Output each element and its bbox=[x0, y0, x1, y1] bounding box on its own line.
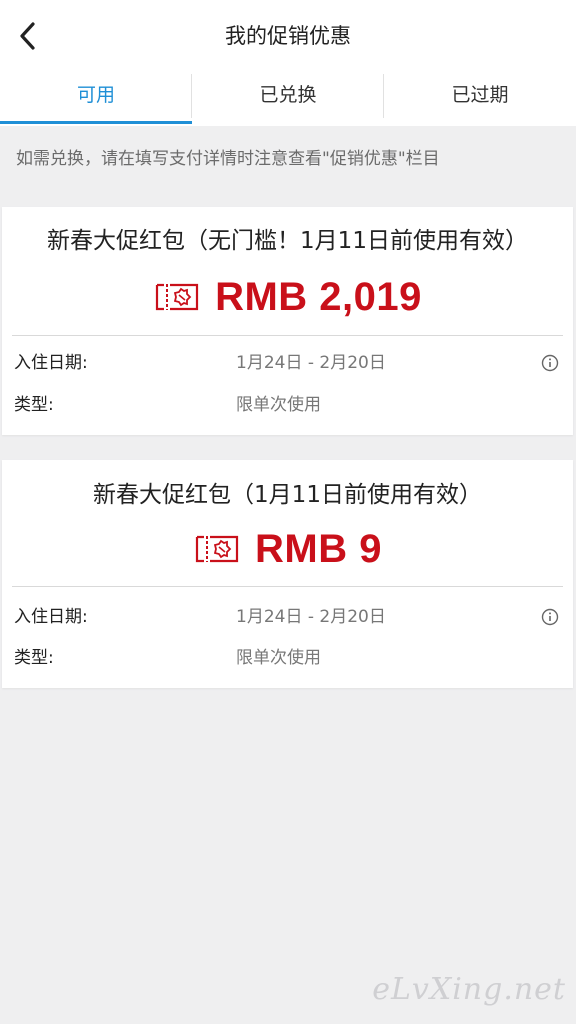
type-label: 类型: bbox=[14, 395, 54, 415]
stay-date-label: 入住日期: bbox=[14, 607, 88, 627]
tab-label: 可用 bbox=[76, 84, 115, 106]
divider bbox=[12, 335, 563, 336]
tab-bar: 可用 已兑换 已过期 bbox=[0, 72, 576, 126]
stay-date-label: 入住日期: bbox=[14, 353, 88, 373]
coupon-card[interactable]: 新春大促红包（1月11日前使用有效） RMB 9 入住日期: 1月24日 - 2… bbox=[2, 460, 573, 688]
coupon-amount: RMB 2,019 bbox=[215, 275, 422, 319]
type-label: 类型: bbox=[14, 648, 54, 668]
info-icon[interactable] bbox=[541, 608, 559, 626]
type-value: 限单次使用 bbox=[236, 395, 321, 415]
type-value: 限单次使用 bbox=[236, 648, 321, 668]
redeem-notice: 如需兑换，请在填写支付详情时注意查看"促销优惠"栏目 bbox=[16, 149, 440, 169]
page-title: 我的促销优惠 bbox=[225, 24, 351, 48]
coupon-amount-row: RMB 9 bbox=[2, 525, 573, 573]
coupon-title: 新春大促红包（无门槛！1月11日前使用有效） bbox=[47, 228, 528, 254]
info-icon[interactable] bbox=[541, 354, 559, 372]
coupon-card[interactable]: 新春大促红包（无门槛！1月11日前使用有效） RMB 2,019 入住日期: 1… bbox=[2, 207, 573, 435]
tab-expired[interactable]: 已过期 bbox=[384, 72, 576, 126]
coupon-title: 新春大促红包（1月11日前使用有效） bbox=[93, 482, 482, 508]
stay-date-value: 1月24日 - 2月20日 bbox=[236, 353, 386, 373]
coupon-amount-row: RMB 2,019 bbox=[2, 273, 573, 321]
tab-label: 已过期 bbox=[451, 84, 509, 106]
coupon-amount: RMB 9 bbox=[255, 527, 382, 571]
divider bbox=[12, 586, 563, 587]
tab-label: 已兑换 bbox=[259, 84, 317, 106]
tab-available[interactable]: 可用 bbox=[0, 72, 192, 126]
watermark: eLvXing.net bbox=[372, 972, 566, 1007]
top-bar: 我的促销优惠 bbox=[0, 0, 576, 72]
tab-redeemed[interactable]: 已兑换 bbox=[192, 72, 384, 126]
coupon-icon bbox=[195, 535, 239, 563]
stay-date-value: 1月24日 - 2月20日 bbox=[236, 607, 386, 627]
coupon-icon bbox=[155, 283, 199, 311]
